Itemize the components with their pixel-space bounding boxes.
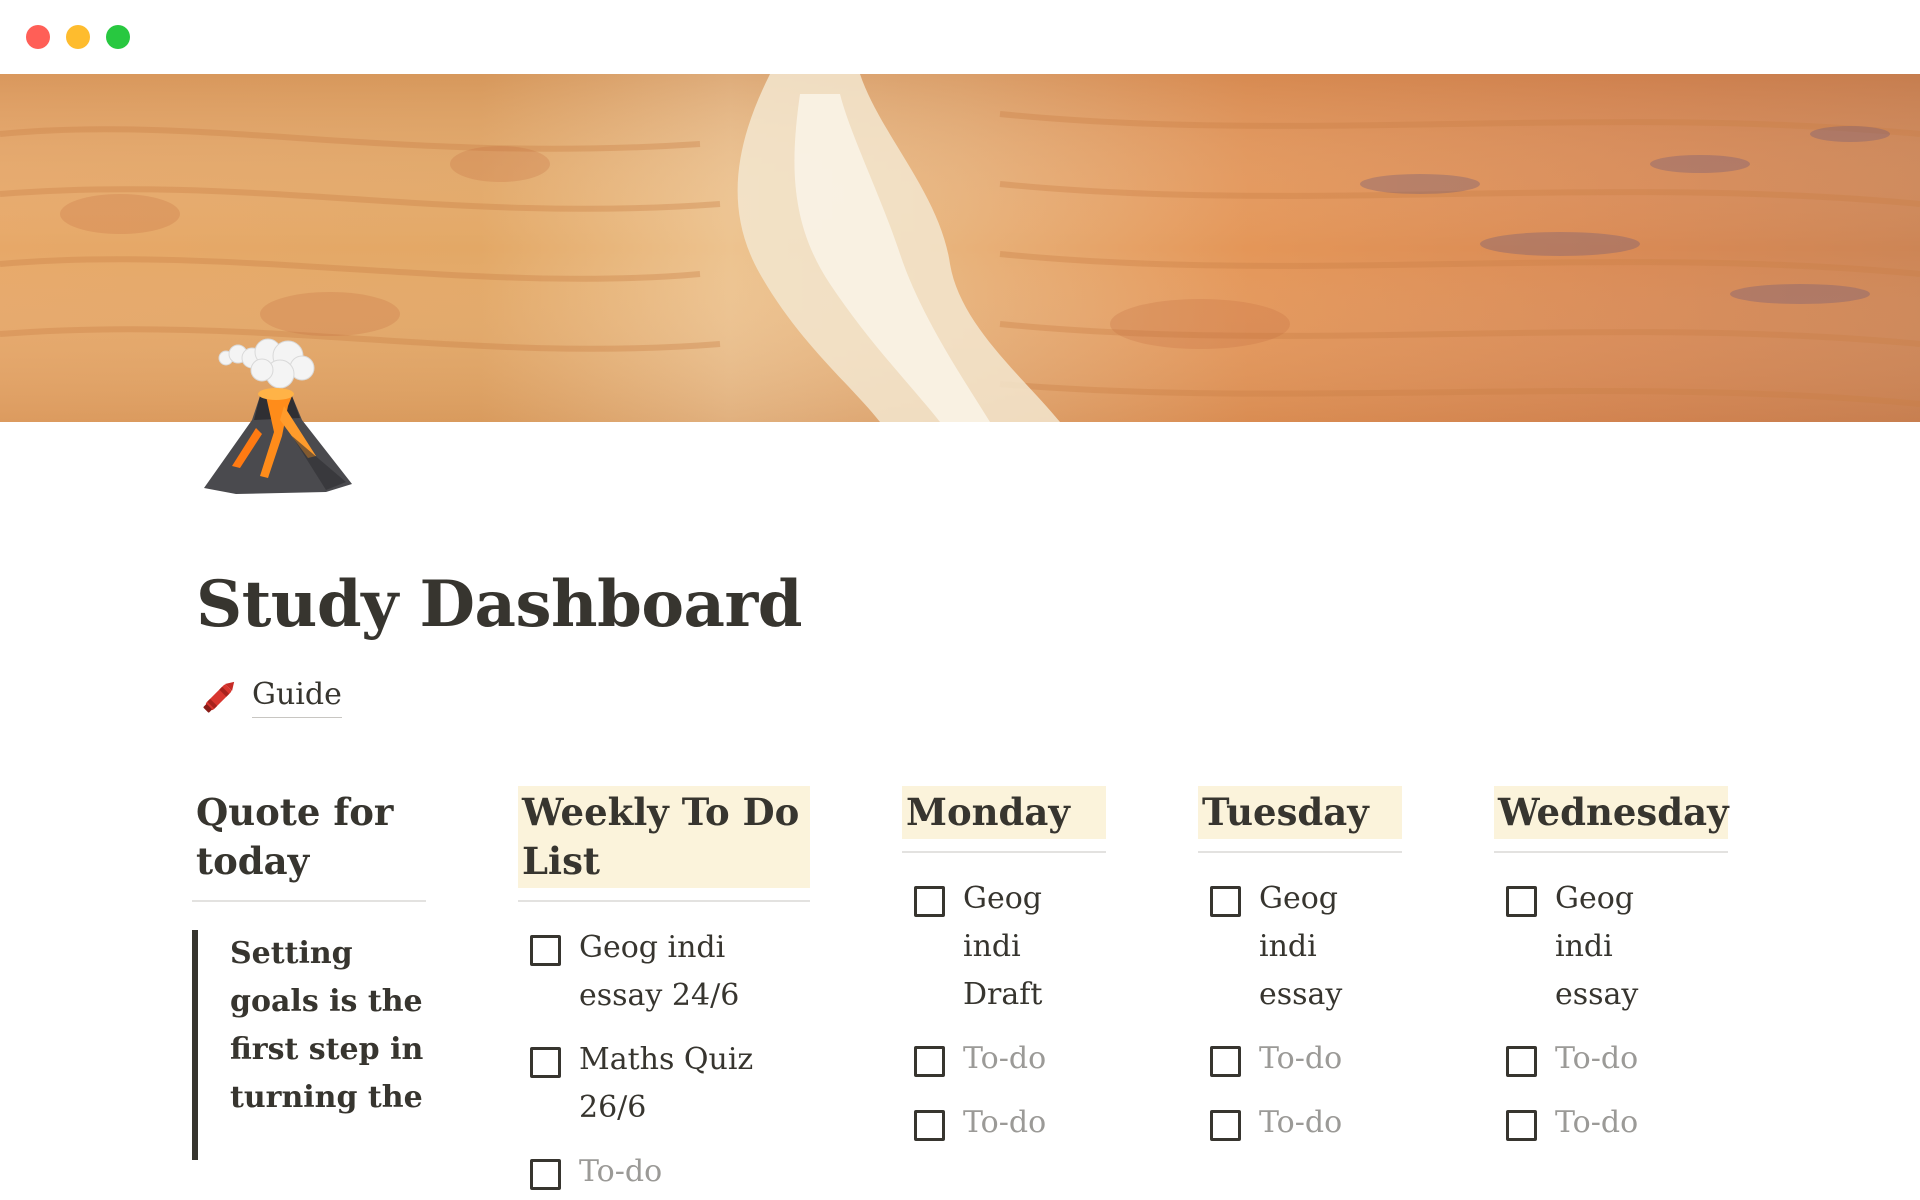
quote-block[interactable]: Setting goals is the first step in turni… [192,930,428,1160]
tuesday-heading: Tuesday [1198,786,1402,839]
todo-checkbox[interactable] [1210,1046,1241,1077]
todo-checkbox[interactable] [530,1047,561,1078]
todo-placeholder[interactable]: To-do [579,1148,662,1196]
weekly-todo-list: Geog indi essay 24/6 Maths Quiz 26/6 To-… [518,924,810,1196]
monday-column: Monday Geog indi Draft To-do To-do [902,786,1106,1147]
wednesday-todo-list: Geog indi essay To-do To-do [1494,875,1728,1147]
todo-placeholder[interactable]: To-do [1555,1099,1638,1147]
todo-checkbox[interactable] [1210,1110,1241,1141]
divider [518,900,810,902]
tuesday-column: Tuesday Geog indi essay To-do To-do [1198,786,1402,1147]
todo-item[interactable]: Geog indi essay [1506,875,1728,1019]
todo-item[interactable]: To-do [914,1035,1106,1083]
page-title[interactable]: Study Dashboard [196,562,802,648]
minimize-window-button[interactable] [66,25,90,49]
wednesday-heading: Wednesday [1494,786,1729,839]
quote-column: Quote for today Setting goals is the fir… [192,786,426,1160]
todo-checkbox[interactable] [1506,886,1537,917]
quote-heading: Quote for today [196,790,394,883]
tuesday-todo-list: Geog indi essay To-do To-do [1198,875,1402,1147]
todo-checkbox[interactable] [1506,1046,1537,1077]
todo-checkbox[interactable] [914,1046,945,1077]
maximize-window-button[interactable] [106,25,130,49]
todo-placeholder[interactable]: To-do [1259,1035,1342,1083]
notion-window: Study Dashboard Guide Quote for today Se… [0,0,1920,1200]
todo-placeholder[interactable]: To-do [963,1099,1046,1147]
todo-checkbox[interactable] [1506,1110,1537,1141]
todo-checkbox[interactable] [530,1159,561,1190]
close-window-button[interactable] [26,25,50,49]
todo-checkbox[interactable] [914,886,945,917]
todo-item[interactable]: Geog indi Draft [914,875,1106,1019]
todo-text[interactable]: Geog indi essay [1259,875,1389,1019]
todo-placeholder[interactable]: To-do [1555,1035,1638,1083]
monday-heading: Monday [902,786,1106,839]
weekly-todo-heading: Weekly To Do List [518,786,810,888]
guide-link-label: Guide [252,675,342,718]
todo-item[interactable]: To-do [1210,1035,1402,1083]
todo-text[interactable]: Geog indi essay [1555,875,1685,1019]
todo-item[interactable]: To-do [530,1148,810,1196]
todo-item[interactable]: To-do [1506,1035,1728,1083]
divider [1494,851,1728,853]
todo-text[interactable]: Geog indi essay 24/6 [579,924,810,1020]
guide-page-link[interactable]: Guide [198,672,342,720]
todo-item[interactable]: To-do [1506,1099,1728,1147]
todo-item[interactable]: Geog indi essay [1210,875,1402,1019]
divider [1198,851,1402,853]
todo-placeholder[interactable]: To-do [1259,1099,1342,1147]
todo-item[interactable]: To-do [1210,1099,1402,1147]
todo-item[interactable]: Geog indi essay 24/6 [530,924,810,1020]
todo-text[interactable]: Maths Quiz 26/6 [579,1036,810,1132]
todo-checkbox[interactable] [1210,886,1241,917]
divider [192,900,426,902]
todo-text[interactable]: Geog indi Draft [963,875,1093,1019]
weekly-todo-column: Weekly To Do List Geog indi essay 24/6 M… [518,786,810,1196]
todo-placeholder[interactable]: To-do [963,1035,1046,1083]
wednesday-column: Wednesday Geog indi essay To-do To-do [1494,786,1729,1147]
divider [902,851,1106,853]
todo-checkbox[interactable] [530,935,561,966]
todo-checkbox[interactable] [914,1110,945,1141]
volcano-icon[interactable] [196,336,356,496]
todo-item[interactable]: Maths Quiz 26/6 [530,1036,810,1132]
todo-item[interactable]: To-do [914,1099,1106,1147]
crayon-icon [203,681,235,713]
monday-todo-list: Geog indi Draft To-do To-do [902,875,1106,1147]
title-bar [0,0,1920,74]
